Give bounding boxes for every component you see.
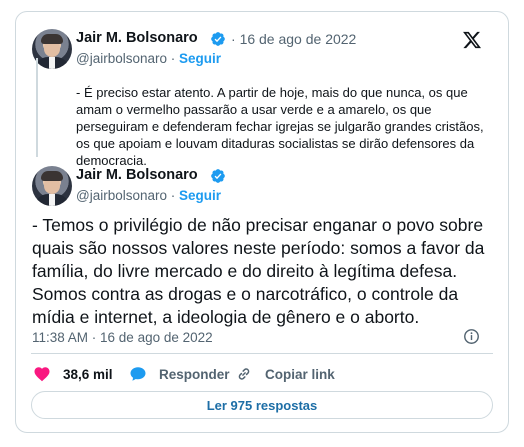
- copy-link-button[interactable]: Copiar link: [235, 365, 335, 383]
- handle-row: @jairbolsonaro · Seguir: [76, 188, 221, 203]
- divider: [31, 353, 493, 354]
- follow-button[interactable]: Seguir: [179, 51, 221, 66]
- thread-connector-line: [36, 58, 38, 157]
- reply-label: Responder: [159, 366, 230, 382]
- tweet-date[interactable]: · 16 de ago de 2022: [231, 31, 356, 47]
- info-icon[interactable]: [463, 328, 480, 345]
- follow-button[interactable]: Seguir: [179, 188, 221, 203]
- author-name[interactable]: Jair M. Bolsonaro: [76, 30, 198, 46]
- read-replies-button[interactable]: Ler 975 respostas: [31, 391, 493, 419]
- date-text: 16 de ago de 2022: [239, 31, 357, 47]
- tweet-timestamp[interactable]: 11:38 AM · 16 de ago de 2022: [32, 330, 213, 345]
- separator-dot: ·: [231, 31, 236, 47]
- speech-bubble-icon: [130, 367, 146, 381]
- author-handle[interactable]: @jairbolsonaro: [76, 51, 167, 66]
- reply-button[interactable]: Responder: [129, 365, 230, 383]
- quoted-tweet-text: - É preciso estar atento. A partir de ho…: [76, 85, 484, 168]
- like-count: 38,6 mil: [63, 366, 113, 382]
- separator-dot: ·: [170, 188, 176, 203]
- avatar[interactable]: [32, 29, 72, 69]
- like-button[interactable]: 38,6 mil: [33, 365, 113, 383]
- avatar[interactable]: [32, 166, 72, 206]
- heart-icon: [34, 367, 50, 382]
- link-icon: [238, 368, 250, 380]
- copy-link-label: Copiar link: [265, 366, 335, 382]
- author-handle[interactable]: @jairbolsonaro: [76, 188, 167, 203]
- verified-badge-icon: [211, 169, 225, 183]
- x-logo-icon[interactable]: [462, 30, 482, 50]
- verified-badge-icon: [211, 32, 225, 46]
- tweet-text: - Temos o privilégio de não precisar eng…: [32, 215, 485, 327]
- author-name[interactable]: Jair M. Bolsonaro: [76, 167, 198, 183]
- separator-dot: ·: [170, 51, 176, 66]
- handle-row: @jairbolsonaro · Seguir: [76, 51, 221, 66]
